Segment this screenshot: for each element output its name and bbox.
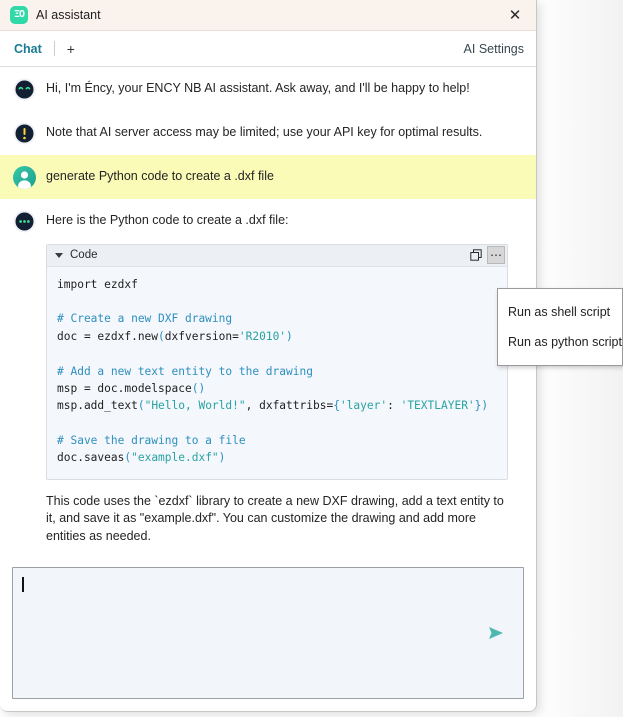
copy-icon[interactable] — [467, 246, 485, 264]
menu-item-run-python[interactable]: Run as python script — [498, 327, 622, 357]
code-line: msp.add_text("Hello, World!", dxfattribs… — [57, 399, 488, 412]
tab-bar: Chat + AI Settings — [0, 31, 536, 67]
run-options-menu[interactable]: Run as shell script Run as python script — [497, 288, 623, 366]
tab-divider — [54, 41, 55, 56]
title-bar: ΞΟ AI assistant ✕ — [0, 0, 536, 31]
message-list[interactable]: Hi, I'm Éncy, your ENCY NB AI assistant.… — [0, 67, 536, 558]
message-text: Hi, I'm Éncy, your ENCY NB AI assistant.… — [46, 77, 522, 98]
message-input[interactable] — [12, 567, 524, 699]
code-content[interactable]: import ezdxf # Create a new DXF drawing … — [47, 267, 507, 479]
send-arrow-icon[interactable] — [485, 622, 507, 644]
code-line: msp = doc.modelspace() — [57, 382, 205, 395]
more-options-icon[interactable]: ⋯ — [487, 246, 505, 264]
app-shell: ΞΟ AI assistant ✕ Chat + AI Settings — [0, 0, 623, 717]
menu-item-run-shell[interactable]: Run as shell script — [498, 297, 622, 327]
message-row-warning: Note that AI server access may be limite… — [0, 111, 536, 155]
answer-explanation: This code uses the `ezdxf` library to cr… — [46, 493, 508, 546]
composer — [0, 557, 536, 711]
code-block: Code ⋯ import ezdxf # C — [46, 244, 508, 480]
message-row-code-answer: Here is the Python code to create a .dxf… — [0, 199, 536, 556]
message-text: generate Python code to create a .dxf fi… — [46, 165, 522, 186]
ai-assistant-logo-icon: ΞΟ — [10, 6, 28, 24]
window-title: AI assistant — [36, 8, 500, 22]
code-block-title: Code — [70, 249, 465, 261]
code-line: doc.saveas("example.dxf") — [57, 451, 225, 464]
code-line: # Create a new DXF drawing — [57, 312, 232, 325]
assistant-happy-avatar — [13, 78, 36, 101]
chevron-down-icon[interactable] — [55, 253, 63, 258]
add-tab-button[interactable]: + — [67, 42, 75, 56]
tab-chat[interactable]: Chat — [14, 42, 54, 56]
code-line: doc = ezdxf.new(dxfversion='R2010') — [57, 330, 293, 343]
code-line: import ezdxf — [57, 278, 138, 291]
ai-settings-link[interactable]: AI Settings — [464, 42, 524, 56]
code-line: # Save the drawing to a file — [57, 434, 246, 447]
user-avatar — [13, 166, 36, 189]
text-caret — [22, 577, 24, 592]
ai-assistant-window: ΞΟ AI assistant ✕ Chat + AI Settings — [0, 0, 537, 712]
message-row-user: generate Python code to create a .dxf fi… — [0, 155, 536, 199]
message-text: Here is the Python code to create a .dxf… — [46, 212, 522, 230]
message-text: Note that AI server access may be limite… — [46, 121, 522, 142]
message-row-greeting: Hi, I'm Éncy, your ENCY NB AI assistant.… — [0, 67, 536, 111]
code-block-header: Code ⋯ — [47, 245, 507, 267]
close-icon[interactable]: ✕ — [500, 2, 530, 28]
code-line: # Add a new text entity to the drawing — [57, 365, 313, 378]
assistant-warning-avatar — [13, 122, 36, 145]
logo-glyph: ΞΟ — [14, 10, 24, 20]
more-options-glyph: ⋯ — [490, 253, 502, 257]
assistant-thinking-avatar — [13, 210, 36, 233]
assistant-answer-block: Here is the Python code to create a .dxf… — [46, 209, 522, 546]
